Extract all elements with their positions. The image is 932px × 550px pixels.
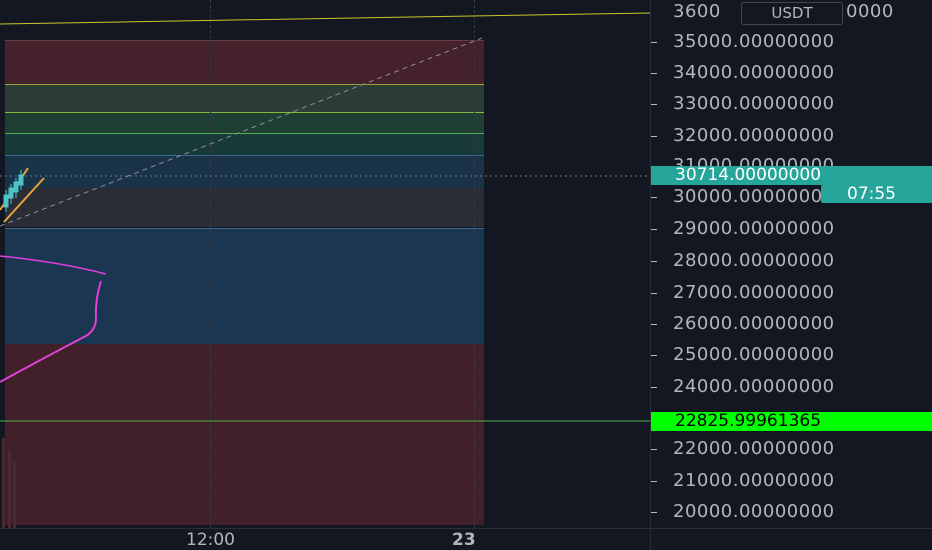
tick-mark [651, 261, 657, 262]
price-tick: 21000.00000000 [673, 470, 835, 491]
tick-mark [651, 73, 657, 74]
price-tick: 30000.00000000 [673, 186, 835, 207]
price-axis[interactable]: USDT 3600 0000 35000.00000000 34000.0000… [650, 0, 932, 528]
chart-plot-area[interactable] [0, 0, 650, 528]
level-price-badge: 22825.99961365 [651, 412, 932, 431]
volume-bars [2, 438, 16, 528]
price-tick: 29000.00000000 [673, 218, 835, 239]
tick-mark [651, 136, 657, 137]
channel-line-lower [3, 177, 45, 223]
currency-selector[interactable]: USDT [741, 2, 843, 25]
time-axis[interactable]: 12:00 23 [0, 528, 650, 550]
tick-mark [651, 293, 657, 294]
price-tick: 26000.00000000 [673, 313, 835, 334]
price-tick: 33000.00000000 [673, 93, 835, 114]
price-tick: 24000.00000000 [673, 376, 835, 397]
price-tick: 0000 [846, 1, 894, 22]
chart-drawings [0, 12, 650, 528]
tick-mark [651, 324, 657, 325]
dashed-diagonal-line [0, 37, 483, 227]
tick-mark [651, 197, 657, 198]
price-tick: 3600 [673, 1, 721, 22]
price-tick: 28000.00000000 [673, 250, 835, 271]
tick-mark [651, 104, 657, 105]
level-price-label: 22825.99961365 [675, 411, 822, 431]
trading-chart[interactable]: USDT 3600 0000 35000.00000000 34000.0000… [0, 0, 932, 550]
tick-mark [651, 387, 657, 388]
current-price-badge: 30714.00000000 [651, 166, 932, 185]
tick-mark [651, 42, 657, 43]
magenta-curve-upper [0, 255, 107, 275]
trend-line-top [0, 12, 650, 25]
time-label: 12:00 [186, 530, 235, 550]
currency-label: USDT [771, 4, 813, 22]
countdown-label: 07:55 [847, 184, 896, 204]
magenta-curve-lower [0, 280, 102, 383]
price-tick: 27000.00000000 [673, 282, 835, 303]
tick-mark [651, 355, 657, 356]
price-tick: 35000.00000000 [673, 31, 835, 52]
price-tick: 20000.00000000 [673, 501, 835, 522]
tick-mark [651, 229, 657, 230]
countdown-badge: 07:55 [821, 185, 932, 203]
price-tick: 25000.00000000 [673, 344, 835, 365]
tick-mark [651, 481, 657, 482]
axis-corner [650, 528, 932, 550]
price-tick: 34000.00000000 [673, 62, 835, 83]
time-label: 23 [452, 530, 476, 550]
tick-mark [651, 512, 657, 513]
price-tick: 22000.00000000 [673, 438, 835, 459]
current-price-label: 30714.00000000 [675, 165, 822, 185]
tick-mark [651, 449, 657, 450]
price-tick: 32000.00000000 [673, 125, 835, 146]
